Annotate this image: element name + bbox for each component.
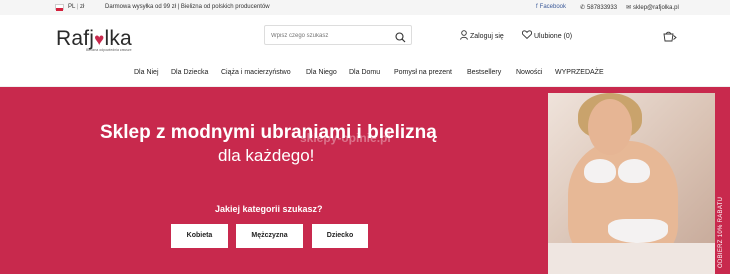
header: Rafj♥lka Bielizna odpowiednia zawsze Zal… <box>0 15 730 60</box>
facebook-label[interactable]: Facebook <box>540 4 566 10</box>
search-input[interactable] <box>271 29 391 42</box>
nav-item-dla-niej[interactable]: Dla Niej <box>134 69 159 76</box>
discount-tab-label[interactable]: ODBIERZ 10% RABATU <box>718 197 724 268</box>
currency-label[interactable]: zł <box>80 4 84 10</box>
login-link[interactable]: Zaloguj się <box>460 30 504 40</box>
category-button-kobieta[interactable]: Kobieta <box>171 224 228 248</box>
nav-item-ciaza[interactable]: Ciąża i macierzyństwo <box>221 69 291 76</box>
watermark: sklepy-opinie.pl <box>300 131 391 145</box>
wishlist-label[interactable]: Ulubione <box>534 33 562 40</box>
category-button-mezczyzna[interactable]: Mężczyzna <box>236 224 303 248</box>
cart-button[interactable] <box>663 29 677 47</box>
hero-subheading: dla każdego! <box>218 146 315 165</box>
email-address[interactable]: sklep@rafjolka.pl <box>633 5 679 11</box>
wishlist-count: (0) <box>563 33 573 40</box>
wishlist-link[interactable]: Ulubione (0) <box>521 30 573 40</box>
nav-item-dla-domu[interactable]: Dla Domu <box>349 69 380 76</box>
email-link[interactable]: ✉ sklep@rafjolka.pl <box>626 4 679 11</box>
language-label[interactable]: PL <box>68 4 75 10</box>
discount-side-tab[interactable]: ODBIERZ 10% RABATU <box>715 128 730 274</box>
poland-flag-icon[interactable] <box>55 4 64 11</box>
heart-icon: ♥ <box>94 30 105 49</box>
mail-icon: ✉ <box>626 5 632 11</box>
nav-item-pomysl-na-prezent[interactable]: Pomysł na prezent <box>394 69 452 76</box>
phone-link[interactable]: ✆ 587833933 <box>580 4 617 11</box>
search-box[interactable] <box>264 25 412 45</box>
login-label[interactable]: Zaloguj się <box>470 33 504 40</box>
separator: | <box>76 4 79 10</box>
language-currency-switcher[interactable]: PL | zł <box>68 4 84 10</box>
phone-number[interactable]: 587833933 <box>587 5 617 11</box>
shipping-info: Darmowa wysyłka od 99 zł | Bielizna od p… <box>105 4 270 10</box>
nav-item-wyprzedaze[interactable]: WYPRZEDAŻE <box>555 69 604 76</box>
phone-icon: ✆ <box>580 5 586 11</box>
hero-model-photo <box>548 93 715 274</box>
category-question: Jakiej kategorii szukasz? <box>215 204 323 214</box>
heart-outline-icon <box>521 30 534 40</box>
nav-item-nowosci[interactable]: Nowości <box>516 69 542 76</box>
search-icon[interactable] <box>395 30 406 48</box>
logo-tagline: Bielizna odpowiednia zawsze <box>86 48 132 52</box>
nav-item-dla-dziecka[interactable]: Dla Dziecka <box>171 69 208 76</box>
facebook-icon: f <box>536 4 538 10</box>
logo-text-start: Rafj <box>56 27 95 50</box>
facebook-link[interactable]: f Facebook <box>536 4 566 10</box>
top-bar: PL | zł Darmowa wysyłka od 99 zł | Bieli… <box>0 0 730 15</box>
logo-text-end: lka <box>104 27 132 50</box>
nav-item-bestsellery[interactable]: Bestsellery <box>467 69 501 76</box>
cart-icon[interactable] <box>663 29 677 46</box>
nav-item-dla-niego[interactable]: Dla Niego <box>306 69 337 76</box>
category-button-dziecko[interactable]: Dziecko <box>312 224 368 248</box>
user-icon <box>460 30 470 40</box>
main-navigation: Dla Niej Dla Dziecka Ciąża i macierzyńst… <box>0 60 730 87</box>
